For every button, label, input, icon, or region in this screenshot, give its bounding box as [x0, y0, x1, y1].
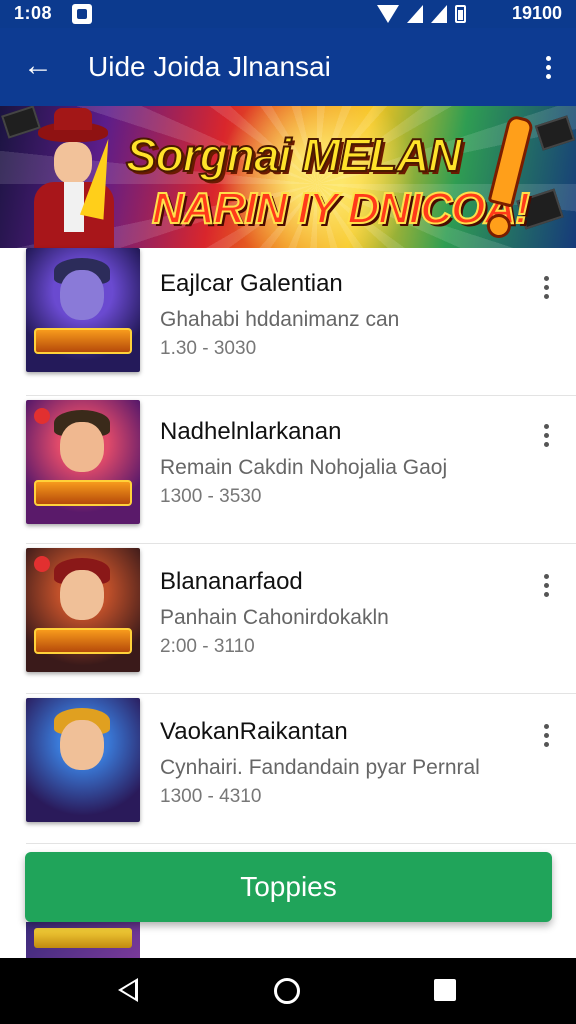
signal-icon: [407, 5, 423, 23]
app-bar: ← Uide Joida Jlnansai: [0, 28, 576, 106]
item-meta: 1.30 - 3030: [160, 338, 257, 359]
item-subtitle: Remain Cakdin Nohojalia Gaoj: [160, 456, 448, 479]
divider: [26, 543, 576, 544]
notification-icon: [72, 4, 92, 24]
list-item[interactable]: Nadhelnlarkanan Remain Cakdin Nohojalia …: [0, 396, 576, 544]
item-title: Eajlcar Galentian: [160, 270, 343, 297]
primary-action-button[interactable]: Toppies: [25, 852, 552, 922]
wifi-icon: [377, 5, 399, 23]
card-decoration: [534, 115, 576, 151]
game-thumbnail: [26, 548, 140, 672]
divider: [26, 693, 576, 694]
back-button[interactable]: ←: [22, 49, 54, 82]
status-right-text: 19100: [511, 3, 562, 23]
item-title: Nadhelnlarkanan: [160, 418, 342, 445]
status-icons: [377, 4, 466, 24]
more-vert-icon[interactable]: [540, 570, 552, 600]
item-subtitle: Cynhairi. Fandandain pyar Pernral: [160, 756, 480, 779]
system-nav-bar: [0, 958, 576, 1024]
game-thumbnail: [26, 922, 140, 958]
signal-icon: [431, 5, 447, 23]
item-meta: 2:00 - 3110: [160, 636, 255, 657]
list-item[interactable]: Eajlcar Galentian Ghahabi hddanimanz can…: [0, 248, 576, 396]
list-item[interactable]: Blananarfaod Panhain Cahonirdokakln 2:00…: [0, 546, 576, 694]
item-title: Blananarfaod: [160, 568, 303, 595]
item-subtitle: Panhain Cahonirdokakln: [160, 606, 389, 629]
item-subtitle: Ghahabi hddanimanz can: [160, 308, 400, 331]
page-title: Uide Joida Jlnansai: [88, 51, 331, 82]
battery-icon: [455, 5, 466, 23]
game-thumbnail: [26, 698, 140, 822]
item-meta: 1300 - 4310: [160, 786, 262, 807]
banner-headline: Sorgnai MELAN: [125, 128, 463, 182]
item-title: VaokanRaikantan: [160, 718, 348, 745]
game-thumbnail: [26, 248, 140, 372]
banner-subheadline: NARIN IY DNICOA!: [151, 183, 531, 234]
more-vert-icon[interactable]: [540, 420, 552, 450]
promo-banner[interactable]: Sorgnai MELAN NARIN IY DNICOA!: [0, 106, 576, 248]
game-thumbnail: [26, 400, 140, 524]
list-item[interactable]: VaokanRaikantan Cynhairi. Fandandain pya…: [0, 696, 576, 844]
nav-back-icon[interactable]: [118, 978, 138, 1002]
divider: [26, 843, 576, 844]
arrow-left-icon: ←: [23, 49, 53, 82]
nav-home-icon[interactable]: [274, 978, 300, 1004]
status-bar: 1:08 19100: [0, 0, 576, 28]
item-meta: 1300 - 3530: [160, 486, 262, 507]
more-vert-icon[interactable]: [540, 720, 552, 750]
more-vert-icon[interactable]: [538, 50, 558, 84]
more-vert-icon[interactable]: [540, 272, 552, 302]
nav-recents-icon[interactable]: [434, 979, 456, 1001]
status-time: 1:08: [14, 3, 53, 23]
